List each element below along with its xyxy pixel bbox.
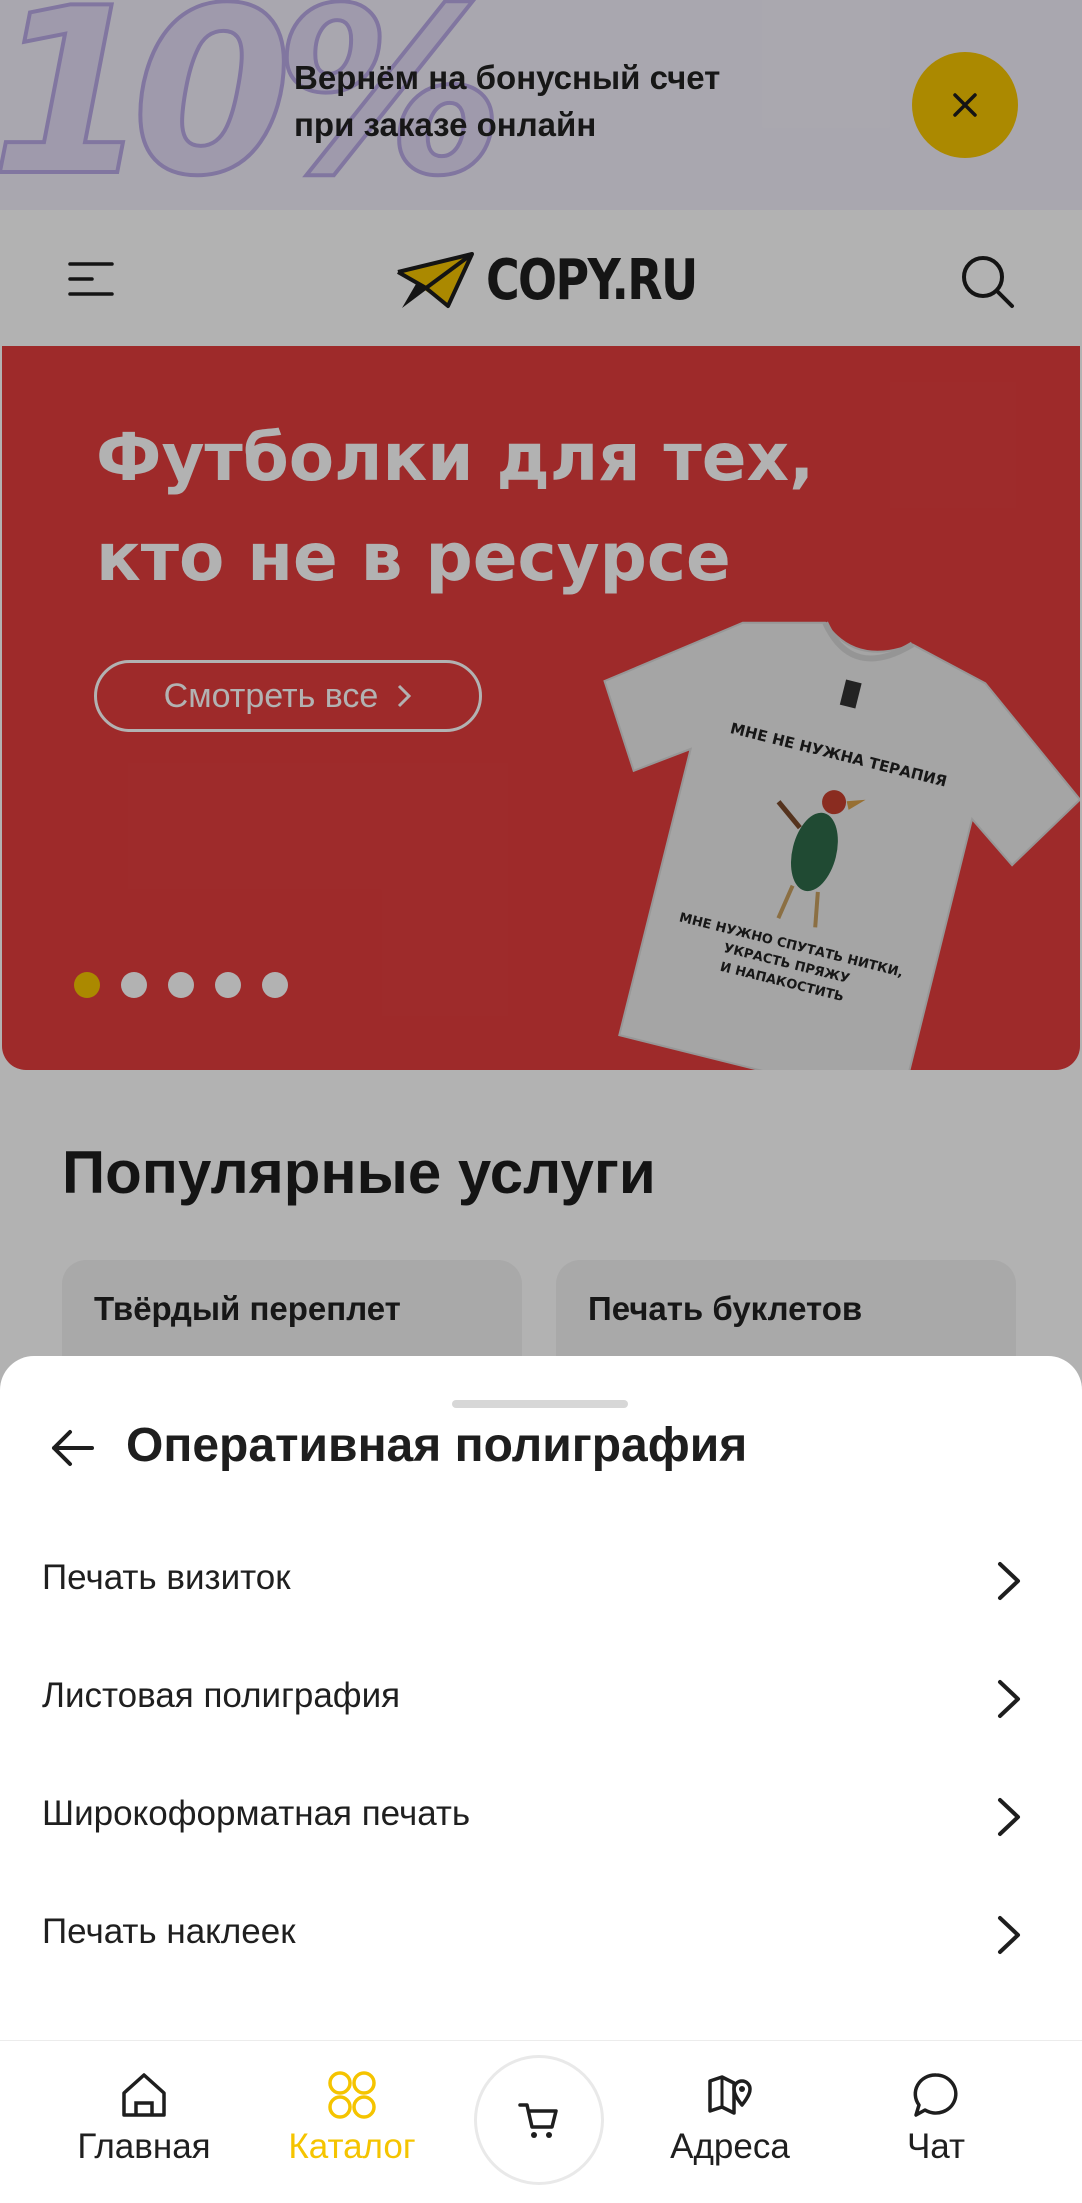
chevron-right-icon: [998, 1680, 1020, 1718]
catalog-item[interactable]: Листовая полиграфия: [0, 1640, 1082, 1758]
map-icon: [708, 2075, 752, 2115]
catalog-item-label: Широкоформатная печать: [42, 1794, 471, 1833]
catalog-item-label: Печать визиток: [42, 1558, 291, 1597]
nav-home[interactable]: Главная: [44, 2067, 244, 2177]
chevron-right-icon: [998, 1798, 1020, 1836]
page: 10% Вернём на бонусный счет при заказе о…: [0, 0, 1082, 2203]
catalog-item-label: Печать наклеек: [42, 1912, 296, 1951]
chevron-right-icon: [998, 1916, 1020, 1954]
cart-icon: [518, 2103, 558, 2138]
home-icon: [122, 2073, 166, 2117]
nav-catalog[interactable]: Каталог: [252, 2067, 452, 2177]
catalog-item[interactable]: Печать наклеек: [0, 1876, 1082, 1994]
sheet-drag-handle[interactable]: [452, 1400, 628, 1408]
back-button[interactable]: [44, 1420, 100, 1476]
catalog-item[interactable]: Печать визиток: [0, 1522, 1082, 1640]
nav-chat[interactable]: Чат: [836, 2067, 1036, 2177]
nav-home-label: Главная: [77, 2127, 211, 2166]
chevron-right-icon: [998, 1562, 1020, 1600]
nav-addresses[interactable]: Адреса: [630, 2067, 830, 2177]
nav-catalog-label: Каталог: [288, 2127, 416, 2166]
nav-chat-label: Чат: [906, 2127, 966, 2166]
chat-icon: [913, 2073, 958, 2117]
catalog-item[interactable]: Широкоформатная печать: [0, 1758, 1082, 1876]
nav-addresses-label: Адреса: [670, 2127, 790, 2166]
arrow-left-icon: [52, 1430, 94, 1466]
catalog-item-label: Листовая полиграфия: [42, 1676, 401, 1715]
sheet-title: Оперативная полиграфия: [126, 1419, 748, 1472]
nav-cart-button[interactable]: [474, 2055, 604, 2185]
bottom-navigation: Главная Каталог Адреса Чат: [0, 2040, 1082, 2203]
catalog-icon: [328, 2071, 376, 2119]
